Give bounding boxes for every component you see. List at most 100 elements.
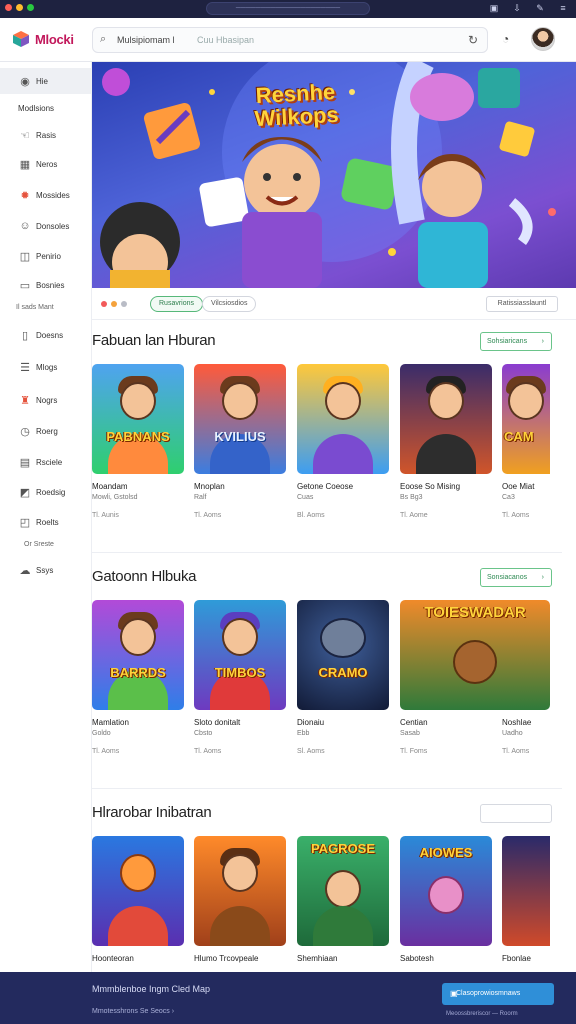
sidebar-item-label: Roerg — [36, 426, 58, 436]
user-icon: ☺ — [19, 220, 31, 232]
sidebar-item-label: Hie — [36, 76, 49, 86]
game-subtitle: Bs Bg3 — [400, 494, 423, 501]
close-window-button[interactable] — [5, 4, 12, 11]
game-card[interactable]: KVILIUS Mnoplan Ralf Tl. Aoms — [194, 364, 286, 519]
game-name: Sabotesh — [400, 954, 434, 963]
sidebar-item-label: Ssys — [36, 565, 54, 575]
see-all-button[interactable] — [480, 804, 552, 823]
sidebar-item-5[interactable]: ☺ Donsoles — [0, 213, 92, 239]
sidebar-item-7[interactable]: ▭ Bosnies — [0, 272, 92, 298]
game-thumbnail — [194, 836, 286, 946]
sort-dropdown[interactable]: Ratissiasslauntl — [486, 296, 558, 312]
game-thumbnail — [502, 836, 550, 946]
game-subtitle: Mowli, Gstolsd — [92, 494, 138, 501]
sidebar-item-8[interactable]: ▯ Doesns — [0, 322, 92, 348]
game-subtitle: Ralf — [194, 494, 207, 501]
sidebar-item-12[interactable]: ▤ Rsciele — [0, 449, 92, 475]
clock-icon: ◷ — [20, 425, 30, 438]
refresh-icon[interactable]: ↻ — [468, 33, 478, 47]
hand-icon: ☜ — [20, 129, 30, 142]
game-card[interactable]: Fbonlae — [502, 836, 550, 963]
minimize-window-button[interactable] — [16, 4, 23, 11]
menu-icon[interactable]: ≡ — [558, 3, 568, 13]
filter-chip[interactable]: Rusavrions — [150, 296, 204, 312]
game-meta: Tl. Aoms — [194, 748, 222, 755]
chart-icon: ◩ — [19, 486, 31, 499]
search-bar[interactable]: ⌕ Mulsipiomam l Cuu Hbasipan ↻ — [92, 27, 488, 53]
sidebar-item-label: Doesns — [36, 330, 64, 340]
footer-text: Mmmblenboe Ingm Cled Map — [92, 984, 211, 994]
sidebar-item-6[interactable]: ◫ Penirio — [0, 243, 92, 269]
game-name: Mnoplan — [194, 482, 225, 491]
sidebar-item-2[interactable]: ☜ Rasis — [0, 122, 92, 148]
game-card[interactable]: Hlumo Trcovpeale — [194, 836, 286, 963]
sidebar-item-4[interactable]: ✹ Mossides — [0, 182, 92, 208]
sidebar-item-9[interactable]: ☰ Mlogs — [0, 354, 92, 380]
filter-chip[interactable]: Vilcsiosdios — [202, 296, 257, 312]
game-name: Mamlation — [92, 718, 129, 727]
game-meta: Tl. Aome — [400, 512, 428, 519]
sidebar-item-3[interactable]: ▦ Neros — [0, 151, 92, 177]
sidebar-item-label: Rasis — [36, 130, 57, 140]
logo-text: Mlocki — [35, 31, 74, 47]
sidebar-item-label: Nogrs — [36, 395, 58, 405]
address-bar[interactable]: ───────────────────── — [206, 2, 370, 15]
see-all-label: Sohsiaricans — [487, 338, 528, 345]
sidebar-item-label: Rsciele — [36, 457, 63, 467]
list-icon: ☰ — [20, 361, 30, 374]
user-avatar[interactable] — [531, 27, 555, 51]
hero-banner[interactable]: Resnhe Wilkops — [92, 62, 576, 288]
section-divider — [92, 552, 562, 553]
game-thumbnail: TOIESWADAR — [400, 600, 550, 710]
sidebar: ◉ Hie Modlsions ☜ Rasis ▦ Neros ✹ Mossides ☺… — [0, 62, 92, 972]
carousel-dots[interactable] — [101, 301, 127, 307]
footer-cta-label: Clasoprowiosmnaws — [456, 990, 521, 997]
game-card[interactable]: AIOWES Sabotesh — [400, 836, 492, 963]
game-name: Hlumo Trcovpeale — [194, 954, 259, 963]
game-card[interactable]: Eoose So Mising Bs Bg3 Tl. Aome — [400, 364, 492, 519]
game-card[interactable]: Hoonteoran — [92, 836, 184, 963]
footer-links[interactable]: Mmotesshrons Se Seocs › — [92, 1008, 174, 1015]
calendar-icon: ▤ — [19, 456, 31, 469]
game-name: Fbonlae — [502, 954, 531, 963]
carousel-dot[interactable] — [101, 301, 107, 307]
game-card[interactable]: PABNANS Moandam Mowli, Gstolsd Tl. Aunis — [92, 364, 184, 519]
game-thumbnail: PABNANS — [92, 364, 184, 474]
sidebar-item-home[interactable]: ◉ Hie — [0, 68, 92, 94]
game-card[interactable]: BARRDS Mamlation Goldo Tl. Aoms — [92, 600, 184, 755]
home-icon: ◉ — [20, 75, 30, 88]
game-name: Hoonteoran — [92, 954, 134, 963]
carousel-dot[interactable] — [121, 301, 127, 307]
see-all-button[interactable]: Sonsiacanos › — [480, 568, 552, 587]
game-card[interactable]: PAGROSE Shemhiaan — [297, 836, 389, 963]
bookmark-icon[interactable]: ✎ — [535, 3, 545, 13]
notification-icon[interactable]: ◔ — [502, 32, 509, 46]
sidebar-item-section[interactable]: Modlsions — [0, 95, 92, 121]
game-card[interactable]: Noshlae Uadho Tl. Aoms — [502, 710, 552, 755]
game-thumbnail: CRAMO — [297, 600, 389, 710]
game-card[interactable]: CRAMO Dionaiu Ebb Sl. Aoms — [297, 600, 389, 755]
trophy-icon: ♜ — [20, 394, 30, 407]
game-card[interactable]: Getone Coeose Cuas Bl. Aoms — [297, 364, 389, 519]
see-all-button[interactable]: Sohsiaricans › — [480, 332, 552, 351]
tab-icon[interactable]: ▣ — [489, 3, 499, 13]
sidebar-item-label: Roelts — [36, 517, 59, 527]
sidebar-item-11[interactable]: ◷ Roerg — [0, 418, 92, 444]
game-meta: Tl. Aoms — [502, 748, 530, 755]
sidebar-item-13[interactable]: ◩ Roedsig — [0, 479, 92, 505]
thumbnail-badge: TOIESWADAR — [424, 604, 526, 621]
maximize-window-button[interactable] — [27, 4, 34, 11]
game-thumbnail — [92, 836, 184, 946]
carousel-dot[interactable] — [111, 301, 117, 307]
see-all-label: Sonsiacanos — [487, 574, 528, 581]
app-logo[interactable]: Mlocki — [12, 30, 74, 48]
download-icon[interactable]: ⇩ — [512, 3, 522, 13]
search-input[interactable]: Mulsipiomam l — [117, 35, 175, 45]
sidebar-item-14[interactable]: ◰ Roelts — [0, 509, 92, 535]
footer-cta-button[interactable]: ▣ Clasoprowiosmnaws — [442, 983, 554, 1005]
sidebar-item-10[interactable]: ♜ Nogrs — [0, 387, 92, 413]
sidebar-item-15[interactable]: ☁ Ssys — [0, 557, 92, 583]
game-meta: Sl. Aoms — [297, 748, 325, 755]
game-card[interactable]: CAM Ooe Miat Ca3 Tl. Aoms — [502, 364, 550, 519]
game-card[interactable]: TIMBOS Sloto donitalt Cbsto Tl. Aoms — [194, 600, 286, 755]
